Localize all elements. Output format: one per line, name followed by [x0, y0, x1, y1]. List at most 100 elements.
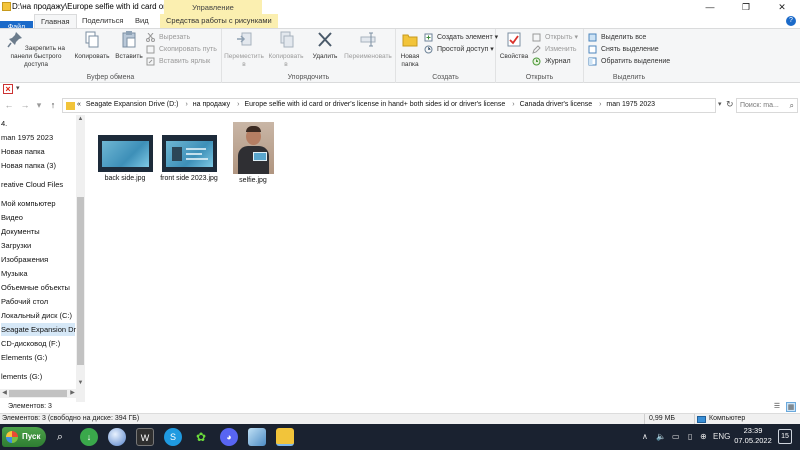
- red-close-icon[interactable]: ×: [3, 84, 13, 94]
- scroll-left-icon[interactable]: ◀: [0, 389, 9, 398]
- search-input[interactable]: Поиск: ma... ⌕: [736, 98, 798, 113]
- new-item-button[interactable]: Создать элемент ▾: [424, 32, 498, 43]
- nav-item-elements-g[interactable]: Elements (G:): [1, 351, 47, 364]
- browser-globe-icon[interactable]: [108, 428, 126, 446]
- copy-to-button[interactable]: Копировать в: [266, 31, 306, 69]
- nav-item-creative-cloud[interactable]: reative Cloud Files: [1, 178, 63, 191]
- tray-overflow-icon[interactable]: ∧: [642, 424, 648, 450]
- nav-item-man-1975[interactable]: man 1975 2023: [1, 131, 53, 144]
- open-button[interactable]: Открыть ▾: [532, 32, 578, 43]
- icq-flower-icon[interactable]: ✿: [192, 428, 210, 446]
- notifications-button[interactable]: 15: [778, 429, 792, 444]
- pictures-app-icon[interactable]: [248, 428, 266, 446]
- address-dropdown-icon[interactable]: ▾: [718, 100, 722, 108]
- quick-access-dropdown-icon[interactable]: ▾: [16, 84, 20, 92]
- tab-share[interactable]: Поделиться: [76, 14, 129, 28]
- navpane-horizontal-scrollbar[interactable]: ◀ ▶: [0, 389, 85, 398]
- maximize-button[interactable]: ❐: [728, 0, 764, 14]
- breadcrumb-chevron-icon[interactable]: ›: [185, 101, 187, 108]
- scroll-right-icon[interactable]: ▶: [68, 389, 77, 398]
- invert-selection-button[interactable]: Обратить выделение: [588, 56, 670, 67]
- history-button[interactable]: Журнал: [532, 56, 571, 67]
- paste-shortcut-button[interactable]: Вставить ярлык: [146, 56, 210, 67]
- delete-button[interactable]: Удалить: [308, 31, 342, 61]
- new-group: Новая папка Создать элемент ▾ Простой до…: [396, 29, 498, 83]
- up-arrow-icon[interactable]: ↑: [48, 99, 58, 111]
- recent-dropdown-icon[interactable]: ▾: [34, 99, 44, 111]
- navpane-vertical-scrollbar[interactable]: ▲ ▼: [76, 115, 85, 402]
- copy-button[interactable]: Копировать: [72, 31, 112, 61]
- network-icon[interactable]: ▯: [688, 424, 692, 450]
- breadcrumb-overflow[interactable]: «: [77, 101, 81, 108]
- details-view-icon[interactable]: ☰: [772, 402, 782, 412]
- volume-icon[interactable]: 🔈: [656, 424, 666, 450]
- discord-icon[interactable]: ◕: [220, 428, 238, 446]
- nav-item-local-disk-c[interactable]: Локальный диск (C:): [1, 309, 72, 322]
- properties-button[interactable]: Свойства: [498, 31, 530, 61]
- refresh-icon[interactable]: ↻: [726, 99, 734, 110]
- skype-icon[interactable]: S: [164, 428, 182, 446]
- nav-item-seagate-drive[interactable]: Seagate Expansion Drive: [1, 323, 85, 336]
- navpane-scroll-thumb[interactable]: [77, 197, 84, 365]
- tab-picture-tools[interactable]: Средства работы с рисунками: [160, 14, 278, 28]
- chat-icon[interactable]: ▭: [672, 424, 680, 450]
- nav-item-desktop[interactable]: Рабочий стол: [1, 295, 48, 308]
- easy-access-button[interactable]: Простой доступ ▾: [424, 44, 494, 55]
- breadcrumb-for-sale[interactable]: на продажу: [193, 101, 230, 108]
- window-title: D:\на продажу\Europe selfie with id card…: [12, 2, 175, 11]
- language-indicator[interactable]: ENG: [713, 424, 730, 450]
- pin-quick-access-button[interactable]: Закрепить на панели быстрого доступа: [2, 31, 70, 69]
- clock[interactable]: 23:39 07.05.2022: [733, 426, 773, 446]
- scroll-down-icon[interactable]: ▼: [76, 379, 85, 388]
- file-explorer-icon[interactable]: [276, 428, 294, 446]
- security-icon[interactable]: ⊕: [700, 424, 707, 450]
- breadcrumb-canada-license[interactable]: Canada driver's license: [520, 101, 593, 108]
- nav-item-pictures[interactable]: Изображения: [1, 253, 48, 266]
- start-button[interactable]: Пуск: [2, 427, 46, 447]
- torrent-app-icon[interactable]: ↓: [80, 428, 98, 446]
- forward-arrow-icon[interactable]: →: [20, 99, 30, 111]
- nav-item-downloads[interactable]: Загрузки: [1, 239, 31, 252]
- tab-view[interactable]: Вид: [129, 14, 155, 28]
- file-item-selfie[interactable]: selfie.jpg: [220, 122, 286, 184]
- close-button[interactable]: ✕: [764, 0, 800, 14]
- nav-item-elements-g-root[interactable]: lements (G:): [1, 370, 42, 383]
- rename-button[interactable]: Переименовать: [342, 31, 394, 61]
- breadcrumb-drive[interactable]: Seagate Expansion Drive (D:): [86, 101, 179, 108]
- paste-button[interactable]: Вставить: [112, 31, 146, 61]
- address-bar[interactable]: « Seagate Expansion Drive (D:) › на прода…: [62, 98, 716, 113]
- edit-button[interactable]: Изменить: [532, 44, 577, 55]
- nav-item-documents[interactable]: Документы: [1, 225, 40, 238]
- select-all-button[interactable]: Выделить все: [588, 32, 646, 43]
- breadcrumb-chevron-icon[interactable]: ›: [599, 101, 601, 108]
- navpane-hscroll-thumb[interactable]: [9, 390, 67, 397]
- scroll-up-icon[interactable]: ▲: [76, 115, 85, 124]
- copy-path-button[interactable]: Скопировать путь: [146, 44, 217, 55]
- nav-item-music[interactable]: Музыка: [1, 267, 28, 280]
- new-folder-button[interactable]: Новая папка: [398, 31, 422, 69]
- back-arrow-icon[interactable]: ←: [4, 99, 14, 111]
- minimize-button[interactable]: —: [692, 0, 728, 14]
- search-icon[interactable]: ⌕: [51, 428, 69, 446]
- folder-app-icon[interactable]: [2, 2, 11, 11]
- breadcrumb-current-folder[interactable]: man 1975 2023: [606, 101, 655, 108]
- file-item-front-side[interactable]: front side 2023.jpg: [156, 122, 222, 182]
- large-icons-view-icon[interactable]: ▦: [786, 402, 796, 412]
- file-item-back-side[interactable]: back side.jpg: [92, 122, 158, 182]
- tab-home[interactable]: Главная: [34, 14, 77, 28]
- breadcrumb-chevron-icon[interactable]: ›: [237, 101, 239, 108]
- nav-item-my-computer[interactable]: Мой компьютер: [1, 197, 56, 210]
- breadcrumb-europe-selfie[interactable]: Europe selfie with id card or driver's l…: [244, 101, 505, 108]
- move-to-button[interactable]: Переместить в: [224, 31, 264, 69]
- cut-button[interactable]: Вырезать: [146, 32, 190, 43]
- nav-item-new-folder[interactable]: Новая папка: [1, 145, 45, 158]
- nav-item-new-folder-3[interactable]: Новая папка (3): [1, 159, 56, 172]
- breadcrumb-chevron-icon[interactable]: ›: [512, 101, 514, 108]
- nav-item-videos[interactable]: Видео: [1, 211, 23, 224]
- nav-item-quick-4[interactable]: 4.: [1, 117, 7, 130]
- nav-item-cd-drive-f[interactable]: CD-дисковод (F:): [1, 337, 60, 350]
- select-none-button[interactable]: Снять выделение: [588, 44, 659, 55]
- help-icon[interactable]: ?: [786, 16, 796, 26]
- nav-item-3d-objects[interactable]: Объемные объекты: [1, 281, 70, 294]
- word-app-icon[interactable]: W: [136, 428, 154, 446]
